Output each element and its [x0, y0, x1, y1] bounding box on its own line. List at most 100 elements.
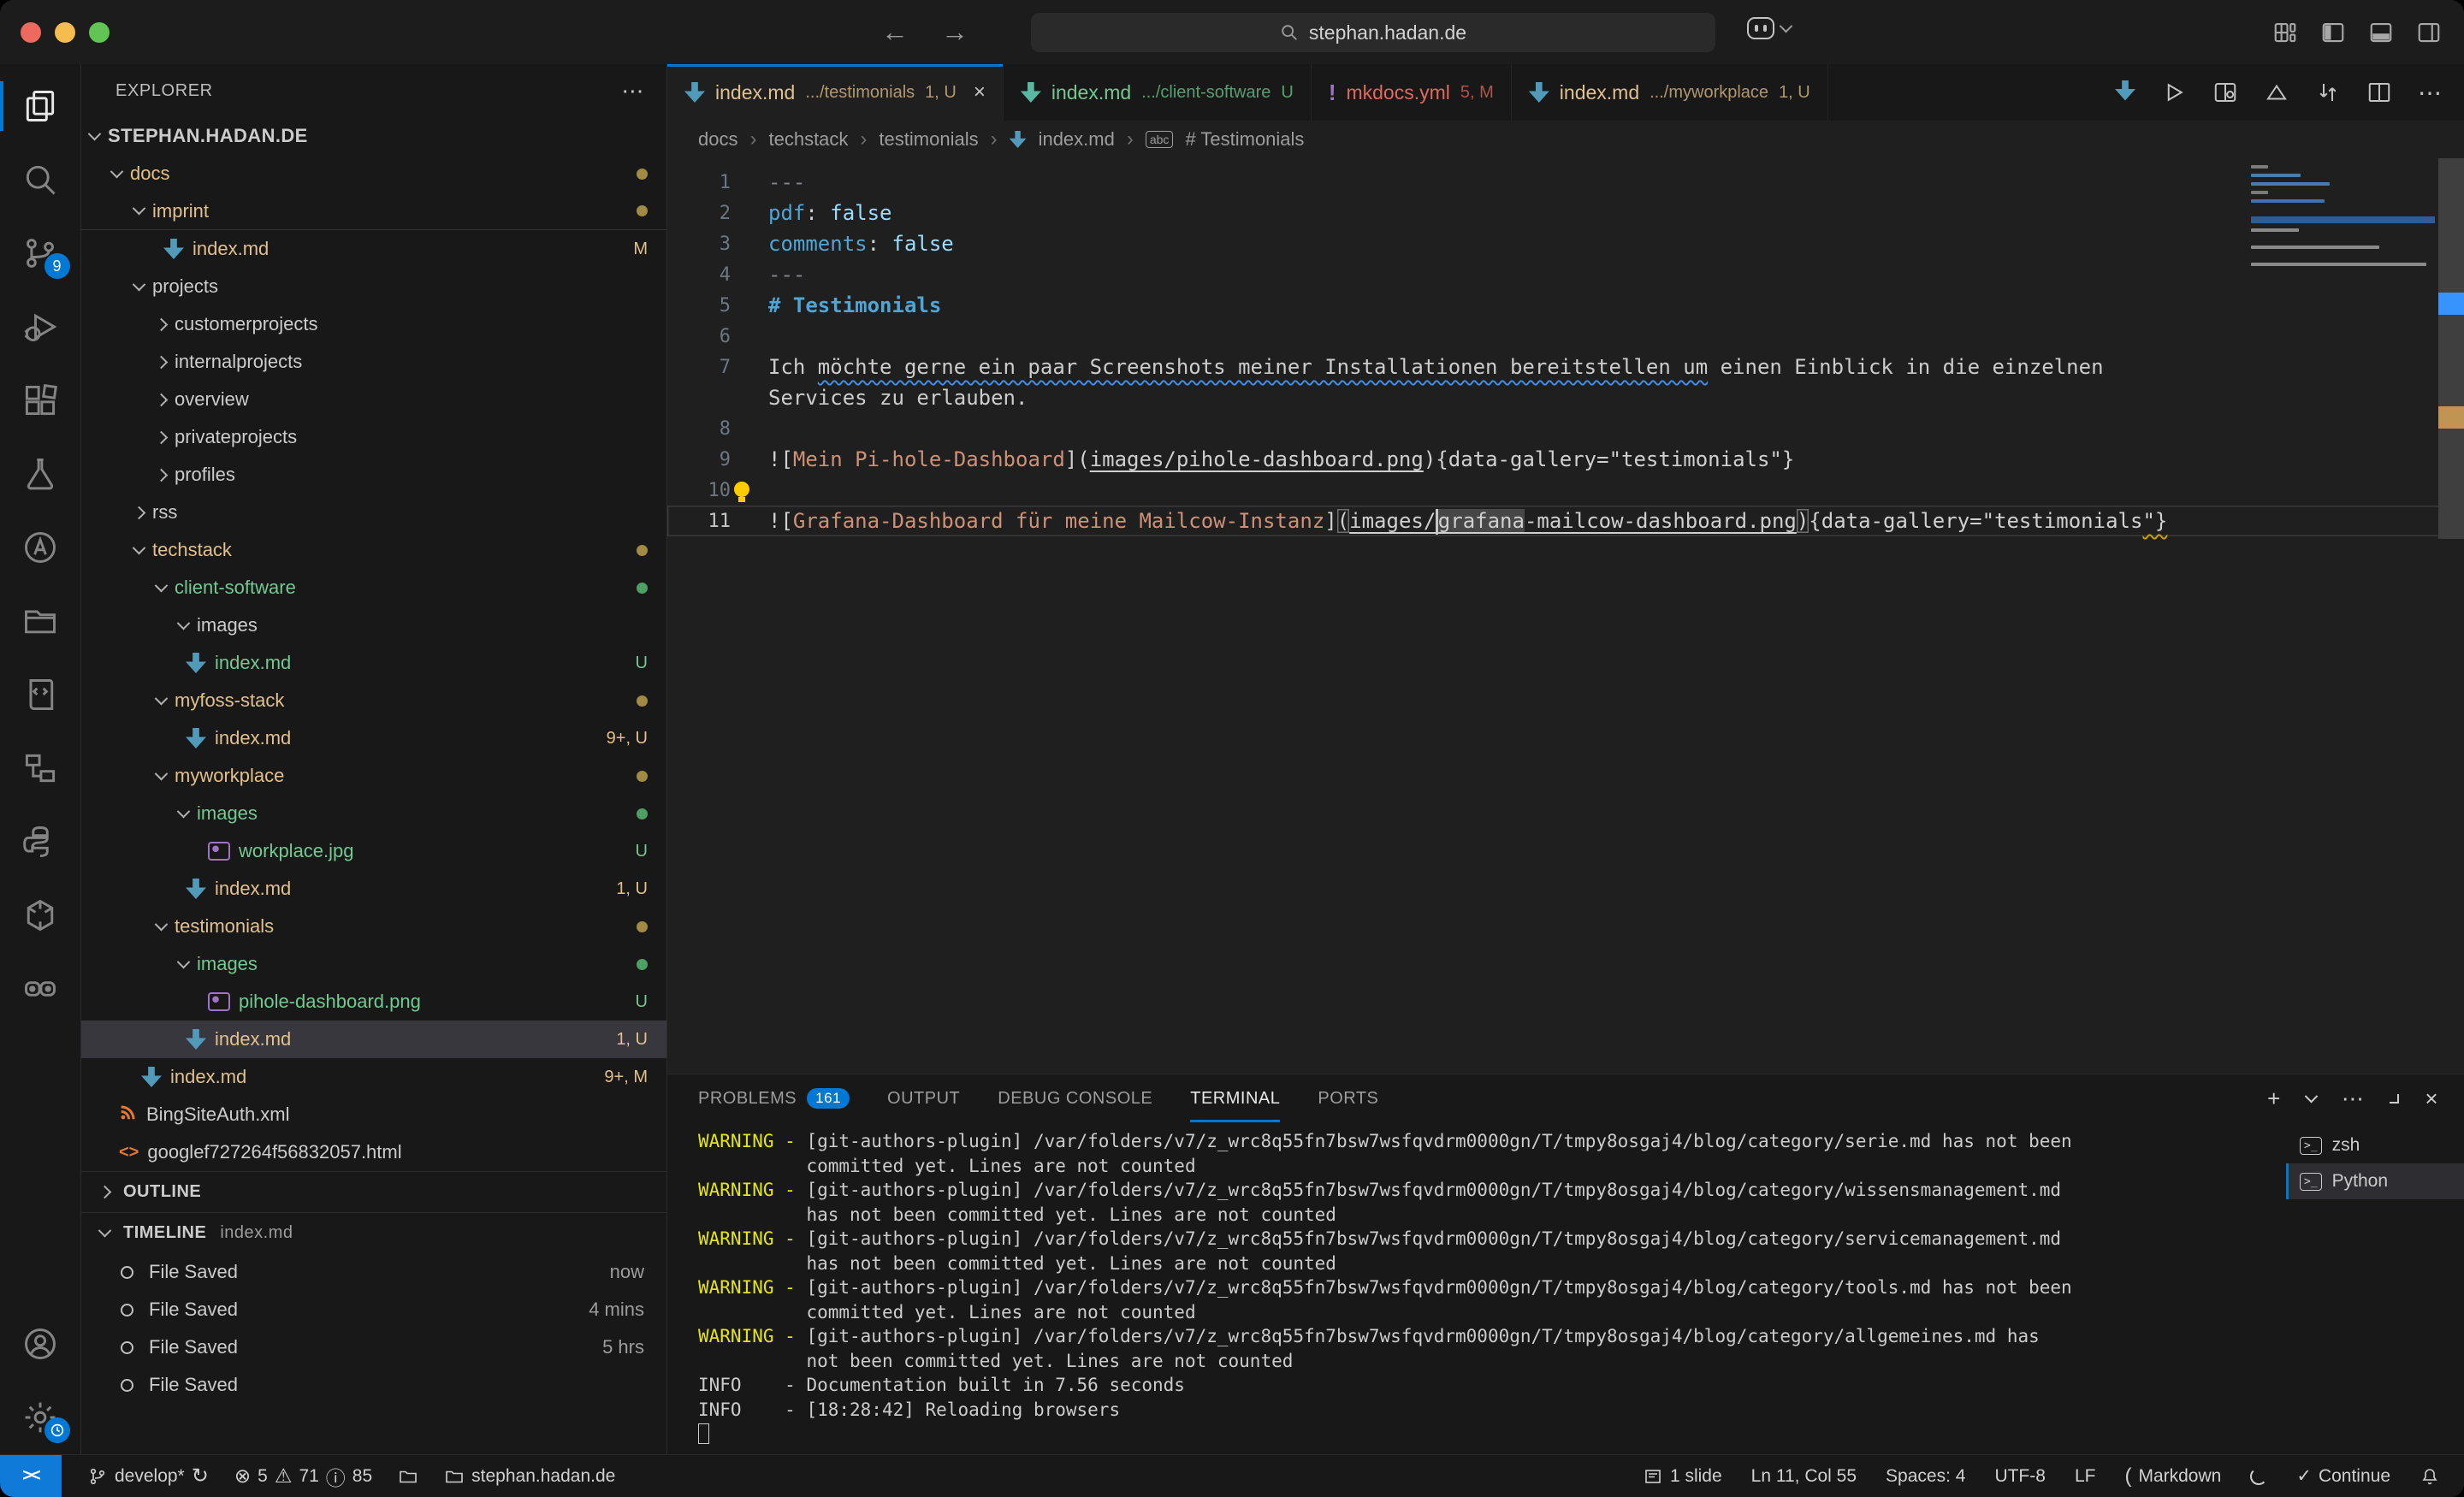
- code-line-1[interactable]: 1---: [667, 167, 2464, 198]
- indentation-status[interactable]: Spaces: 4: [1886, 1466, 1965, 1487]
- cursor-position-status[interactable]: Ln 11, Col 55: [1751, 1466, 1857, 1487]
- project-manager-activity-item[interactable]: [0, 584, 81, 658]
- explorer-item-profiles[interactable]: profiles: [81, 456, 666, 494]
- explorer-item-index-md[interactable]: index.md1, U: [81, 870, 666, 908]
- code-line-7[interactable]: 7Ich möchte gerne ein paar Screenshots m…: [667, 352, 2464, 382]
- markdown-preview-icon[interactable]: [2115, 80, 2135, 105]
- sync-icon[interactable]: [2315, 80, 2341, 105]
- outline-section[interactable]: OUTLINE: [81, 1171, 666, 1212]
- explorer-item-index-md[interactable]: index.md9+, U: [81, 719, 666, 757]
- slides-status[interactable]: 1 slide: [1643, 1466, 1722, 1487]
- explorer-item-internalprojects[interactable]: internalprojects: [81, 343, 666, 381]
- close-panel-icon[interactable]: ×: [2425, 1086, 2438, 1112]
- new-terminal-icon[interactable]: +: [2267, 1086, 2281, 1112]
- python-extension-activity-item[interactable]: [0, 805, 81, 879]
- code-line-wrap[interactable]: Services zu erlauben.: [667, 382, 2464, 413]
- explorer-item-images[interactable]: images: [81, 795, 666, 832]
- split-editor-icon[interactable]: [2366, 80, 2392, 105]
- explorer-item-rss[interactable]: rss: [81, 494, 666, 531]
- code-editor[interactable]: 1---2pdf: false3comments: false4---5# Te…: [667, 158, 2464, 1074]
- package-extension-activity-item[interactable]: [0, 879, 81, 952]
- markdown-all-icon[interactable]: [2264, 80, 2289, 105]
- minimize-window-button[interactable]: [55, 22, 75, 43]
- timeline-item[interactable]: File Saved: [81, 1366, 666, 1404]
- run-debug-activity-item[interactable]: [0, 290, 81, 364]
- explorer-item-images[interactable]: images: [81, 606, 666, 644]
- breadcrumb-testimonials[interactable]: testimonials: [879, 128, 978, 151]
- testing-activity-item[interactable]: [0, 437, 81, 511]
- zoom-window-button[interactable]: [89, 22, 110, 43]
- timeline-section[interactable]: TIMELINE index.md: [81, 1212, 666, 1253]
- problems-status[interactable]: ⊗ 5 ⚠ 71 ⓘ 85: [234, 1462, 372, 1491]
- terminal-instance-zsh[interactable]: >_zsh: [2286, 1127, 2464, 1163]
- flowchart-extension-activity-item[interactable]: [0, 731, 81, 805]
- panel-tab-debug-console[interactable]: DEBUG CONSOLE: [998, 1074, 1152, 1122]
- settings-gear-activity-item[interactable]: [0, 1381, 81, 1454]
- more-actions-icon[interactable]: ⋯: [2418, 79, 2442, 107]
- explorer-item-imprint[interactable]: imprint: [81, 192, 666, 230]
- editor-scrollbar[interactable]: [2438, 158, 2464, 1074]
- panel-tab-problems[interactable]: PROBLEMS161: [698, 1074, 850, 1122]
- timeline-item[interactable]: File Savednow: [81, 1253, 666, 1291]
- code-line-8[interactable]: 8: [667, 413, 2464, 444]
- breadcrumb-file[interactable]: index.md: [1039, 128, 1115, 151]
- explorer-activity-item[interactable]: [0, 69, 81, 143]
- explorer-item-projects[interactable]: projects: [81, 268, 666, 305]
- breadcrumb-symbol[interactable]: # Testimonials: [1185, 128, 1304, 151]
- code-line-5[interactable]: 5# Testimonials: [667, 290, 2464, 321]
- extensions-activity-item[interactable]: [0, 364, 81, 437]
- explorer-item-testimonials[interactable]: testimonials: [81, 908, 666, 945]
- code-line-6[interactable]: 6: [667, 321, 2464, 352]
- eol-status[interactable]: LF: [2075, 1466, 2096, 1487]
- search-activity-item[interactable]: [0, 143, 81, 216]
- explorer-more-actions-icon[interactable]: ⋯: [621, 78, 644, 104]
- explorer-item-index-md[interactable]: index.mdM: [81, 230, 666, 268]
- chevron-down-icon[interactable]: [2305, 1089, 2319, 1103]
- remote-indicator[interactable]: ><: [0, 1455, 62, 1497]
- terminal-output[interactable]: WARNING - [git-authors-plugin] /var/fold…: [698, 1129, 2267, 1449]
- forward-icon[interactable]: →: [941, 16, 968, 48]
- accounts-activity-item[interactable]: [0, 1307, 81, 1381]
- explorer-item-bingsiteauth-xml[interactable]: BingSiteAuth.xml: [81, 1096, 666, 1133]
- terminal-instance-python[interactable]: >_Python: [2286, 1163, 2464, 1199]
- code-line-3[interactable]: 3comments: false: [667, 228, 2464, 259]
- source-control-activity-item[interactable]: 9: [0, 216, 81, 290]
- timeline-item[interactable]: File Saved4 mins: [81, 1291, 666, 1328]
- tab-mkdocs-yml[interactable]: !mkdocs.yml5, M: [1312, 64, 1512, 121]
- tab-index-md-testimonials[interactable]: index.md.../testimonials1, U×: [667, 64, 1004, 121]
- continue-status[interactable]: ✓ Continue: [2296, 1465, 2390, 1487]
- tab-index-md-myworkplace[interactable]: index.md.../myworkplace1, U: [1512, 64, 1828, 121]
- panel-tab-ports[interactable]: PORTS: [1318, 1074, 1378, 1122]
- explorer-item-overview[interactable]: overview: [81, 381, 666, 418]
- explorer-item-myfoss-stack[interactable]: myfoss-stack: [81, 682, 666, 719]
- customize-layout-icon[interactable]: [2272, 20, 2298, 45]
- explorer-item-index-md[interactable]: index.md1, U: [81, 1021, 666, 1058]
- code-line-11[interactable]: 11![Grafana-Dashboard für meine Mailcow-…: [667, 506, 2464, 536]
- breadcrumb-techstack[interactable]: techstack: [768, 128, 848, 151]
- code-line-9[interactable]: 9![Mein Pi-hole-Dashboard](images/pihole…: [667, 444, 2464, 475]
- explorer-item-docs[interactable]: docs: [81, 155, 666, 192]
- folder-status[interactable]: [398, 1466, 418, 1487]
- notifications-status[interactable]: [2420, 1466, 2440, 1487]
- copilot-extension-activity-item[interactable]: [0, 952, 81, 1026]
- explorer-item-workplace-jpg[interactable]: workplace.jpgU: [81, 832, 666, 870]
- code-line-10[interactable]: 10: [667, 475, 2464, 506]
- explorer-item-privateprojects[interactable]: privateprojects: [81, 418, 666, 456]
- toggle-panel-icon[interactable]: [2368, 20, 2394, 45]
- maximize-panel-icon[interactable]: [2390, 1094, 2399, 1104]
- command-center-search[interactable]: stephan.hadan.de: [1031, 13, 1715, 52]
- code-line-2[interactable]: 2pdf: false: [667, 198, 2464, 228]
- back-icon[interactable]: ←: [881, 16, 909, 48]
- docs-extension-activity-item[interactable]: [0, 658, 81, 731]
- close-window-button[interactable]: [21, 22, 41, 43]
- explorer-item-myworkplace[interactable]: myworkplace: [81, 757, 666, 795]
- explorer-item-index-md[interactable]: index.mdU: [81, 644, 666, 682]
- explorer-item-stephan-hadan-de[interactable]: STEPHAN.HADAN.DE: [81, 117, 666, 155]
- language-mode-status[interactable]: ( Markdown: [2124, 1464, 2221, 1488]
- explorer-item-index-md[interactable]: index.md9+, M: [81, 1058, 666, 1096]
- explorer-item-googlef727264f56832057-html[interactable]: <>googlef727264f56832057.html: [81, 1133, 666, 1171]
- explorer-item-pihole-dashboard-png[interactable]: pihole-dashboard.pngU: [81, 983, 666, 1021]
- explorer-item-images[interactable]: images: [81, 945, 666, 983]
- panel-tab-terminal[interactable]: TERMINAL: [1190, 1074, 1280, 1122]
- branch-status[interactable]: develop* ↻: [87, 1464, 209, 1488]
